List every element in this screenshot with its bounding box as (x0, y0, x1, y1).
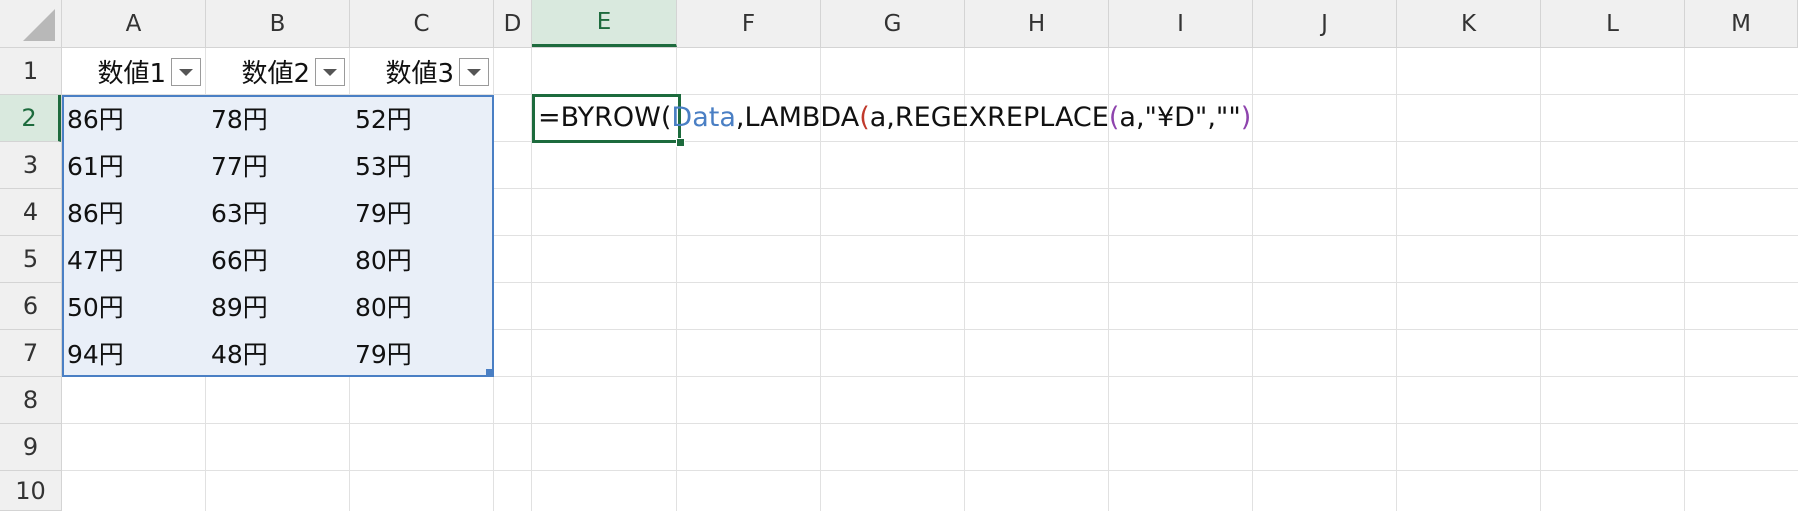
row-header-6[interactable]: 6 (0, 283, 61, 330)
column-header-i[interactable]: I (1109, 0, 1253, 47)
column-header-g[interactable]: G (821, 0, 965, 47)
table-cell[interactable]: 47円 (62, 236, 206, 282)
row-header-10[interactable]: 10 (0, 471, 61, 511)
table-cell[interactable]: 80円 (350, 236, 494, 282)
column-header-a[interactable]: A (62, 0, 206, 47)
column-header-e[interactable]: E (532, 0, 677, 47)
row-header-5[interactable]: 5 (0, 236, 61, 283)
formula-paren-close: ) (1240, 101, 1252, 133)
formula-part-lambda: ,LAMBDA (735, 101, 860, 133)
table-cell[interactable]: 63円 (206, 189, 350, 235)
table-cell[interactable]: 66円 (206, 236, 350, 282)
gridline-vertical (676, 0, 677, 511)
row-header-2[interactable]: 2 (0, 95, 61, 142)
table-cell[interactable]: 61円 (62, 142, 206, 188)
column-header-l[interactable]: L (1541, 0, 1685, 47)
spreadsheet-grid[interactable]: ABCDEFGHIJKLM 1 2 3 4 5 6 7 8 9 10 数値1 数値2 数値3 86円 78… (0, 0, 1798, 511)
select-all-corner[interactable] (0, 0, 62, 48)
formula-part-byrow: =BYROW( (538, 101, 672, 133)
select-all-triangle-icon (23, 9, 55, 41)
gridline-horizontal (0, 470, 1798, 471)
row-header-9[interactable]: 9 (0, 424, 61, 471)
table-cell[interactable]: 50円 (62, 283, 206, 329)
column-header-m[interactable]: M (1685, 0, 1798, 47)
formula-paren-open-2: ( (1108, 101, 1120, 133)
gridline-vertical (1684, 0, 1685, 511)
table-cell[interactable]: 89円 (206, 283, 350, 329)
filter-dropdown-button[interactable] (315, 58, 345, 86)
table-cell[interactable]: 52円 (350, 95, 494, 141)
table-cell[interactable]: 79円 (350, 189, 494, 235)
row-header-7[interactable]: 7 (0, 330, 61, 377)
gridline-vertical (964, 0, 965, 511)
gridline-vertical (1252, 0, 1253, 511)
cell-formula[interactable]: =BYROW(Data ,LAMBDA(a,REGEXREPLACE(a,"¥D"… (538, 94, 1251, 140)
column-header-d[interactable]: D (494, 0, 532, 47)
gridline-horizontal (0, 423, 1798, 424)
table-cell[interactable]: 79円 (350, 330, 494, 376)
fill-handle-icon[interactable] (676, 138, 685, 147)
gridline-vertical (1396, 0, 1397, 511)
chevron-down-icon (467, 68, 481, 76)
filter-dropdown-button[interactable] (171, 58, 201, 86)
column-header-b[interactable]: B (206, 0, 350, 47)
formula-paren-open-1: ( (859, 101, 870, 133)
column-header-h[interactable]: H (965, 0, 1109, 47)
row-header-8[interactable]: 8 (0, 377, 61, 424)
chevron-down-icon (179, 68, 193, 76)
row-header-4[interactable]: 4 (0, 189, 61, 236)
column-header-j[interactable]: J (1253, 0, 1397, 47)
table-cell[interactable]: 86円 (62, 95, 206, 141)
row-header-1[interactable]: 1 (0, 48, 61, 95)
column-header-f[interactable]: F (677, 0, 821, 47)
table-cell[interactable]: 78円 (206, 95, 350, 141)
table-cell[interactable]: 80円 (350, 283, 494, 329)
gridline-vertical (1540, 0, 1541, 511)
table-resize-handle-icon[interactable] (486, 369, 492, 375)
column-header-c[interactable]: C (350, 0, 494, 47)
table-cell[interactable]: 48円 (206, 330, 350, 376)
formula-part-regexreplace: a,REGEXREPLACE (869, 101, 1109, 133)
filter-dropdown-button[interactable] (459, 58, 489, 86)
formula-part-args: a,"¥D","" (1119, 101, 1241, 133)
chevron-down-icon (323, 68, 337, 76)
gridline-vertical (1108, 0, 1109, 511)
column-header-k[interactable]: K (1397, 0, 1541, 47)
row-header-3[interactable]: 3 (0, 142, 61, 189)
gridline-vertical (531, 0, 532, 511)
table-cell[interactable]: 86円 (62, 189, 206, 235)
table-cell[interactable]: 53円 (350, 142, 494, 188)
gridline-vertical (820, 0, 821, 511)
table-cell[interactable]: 94円 (62, 330, 206, 376)
formula-part-table-ref: Data (671, 101, 736, 133)
table-cell[interactable]: 77円 (206, 142, 350, 188)
